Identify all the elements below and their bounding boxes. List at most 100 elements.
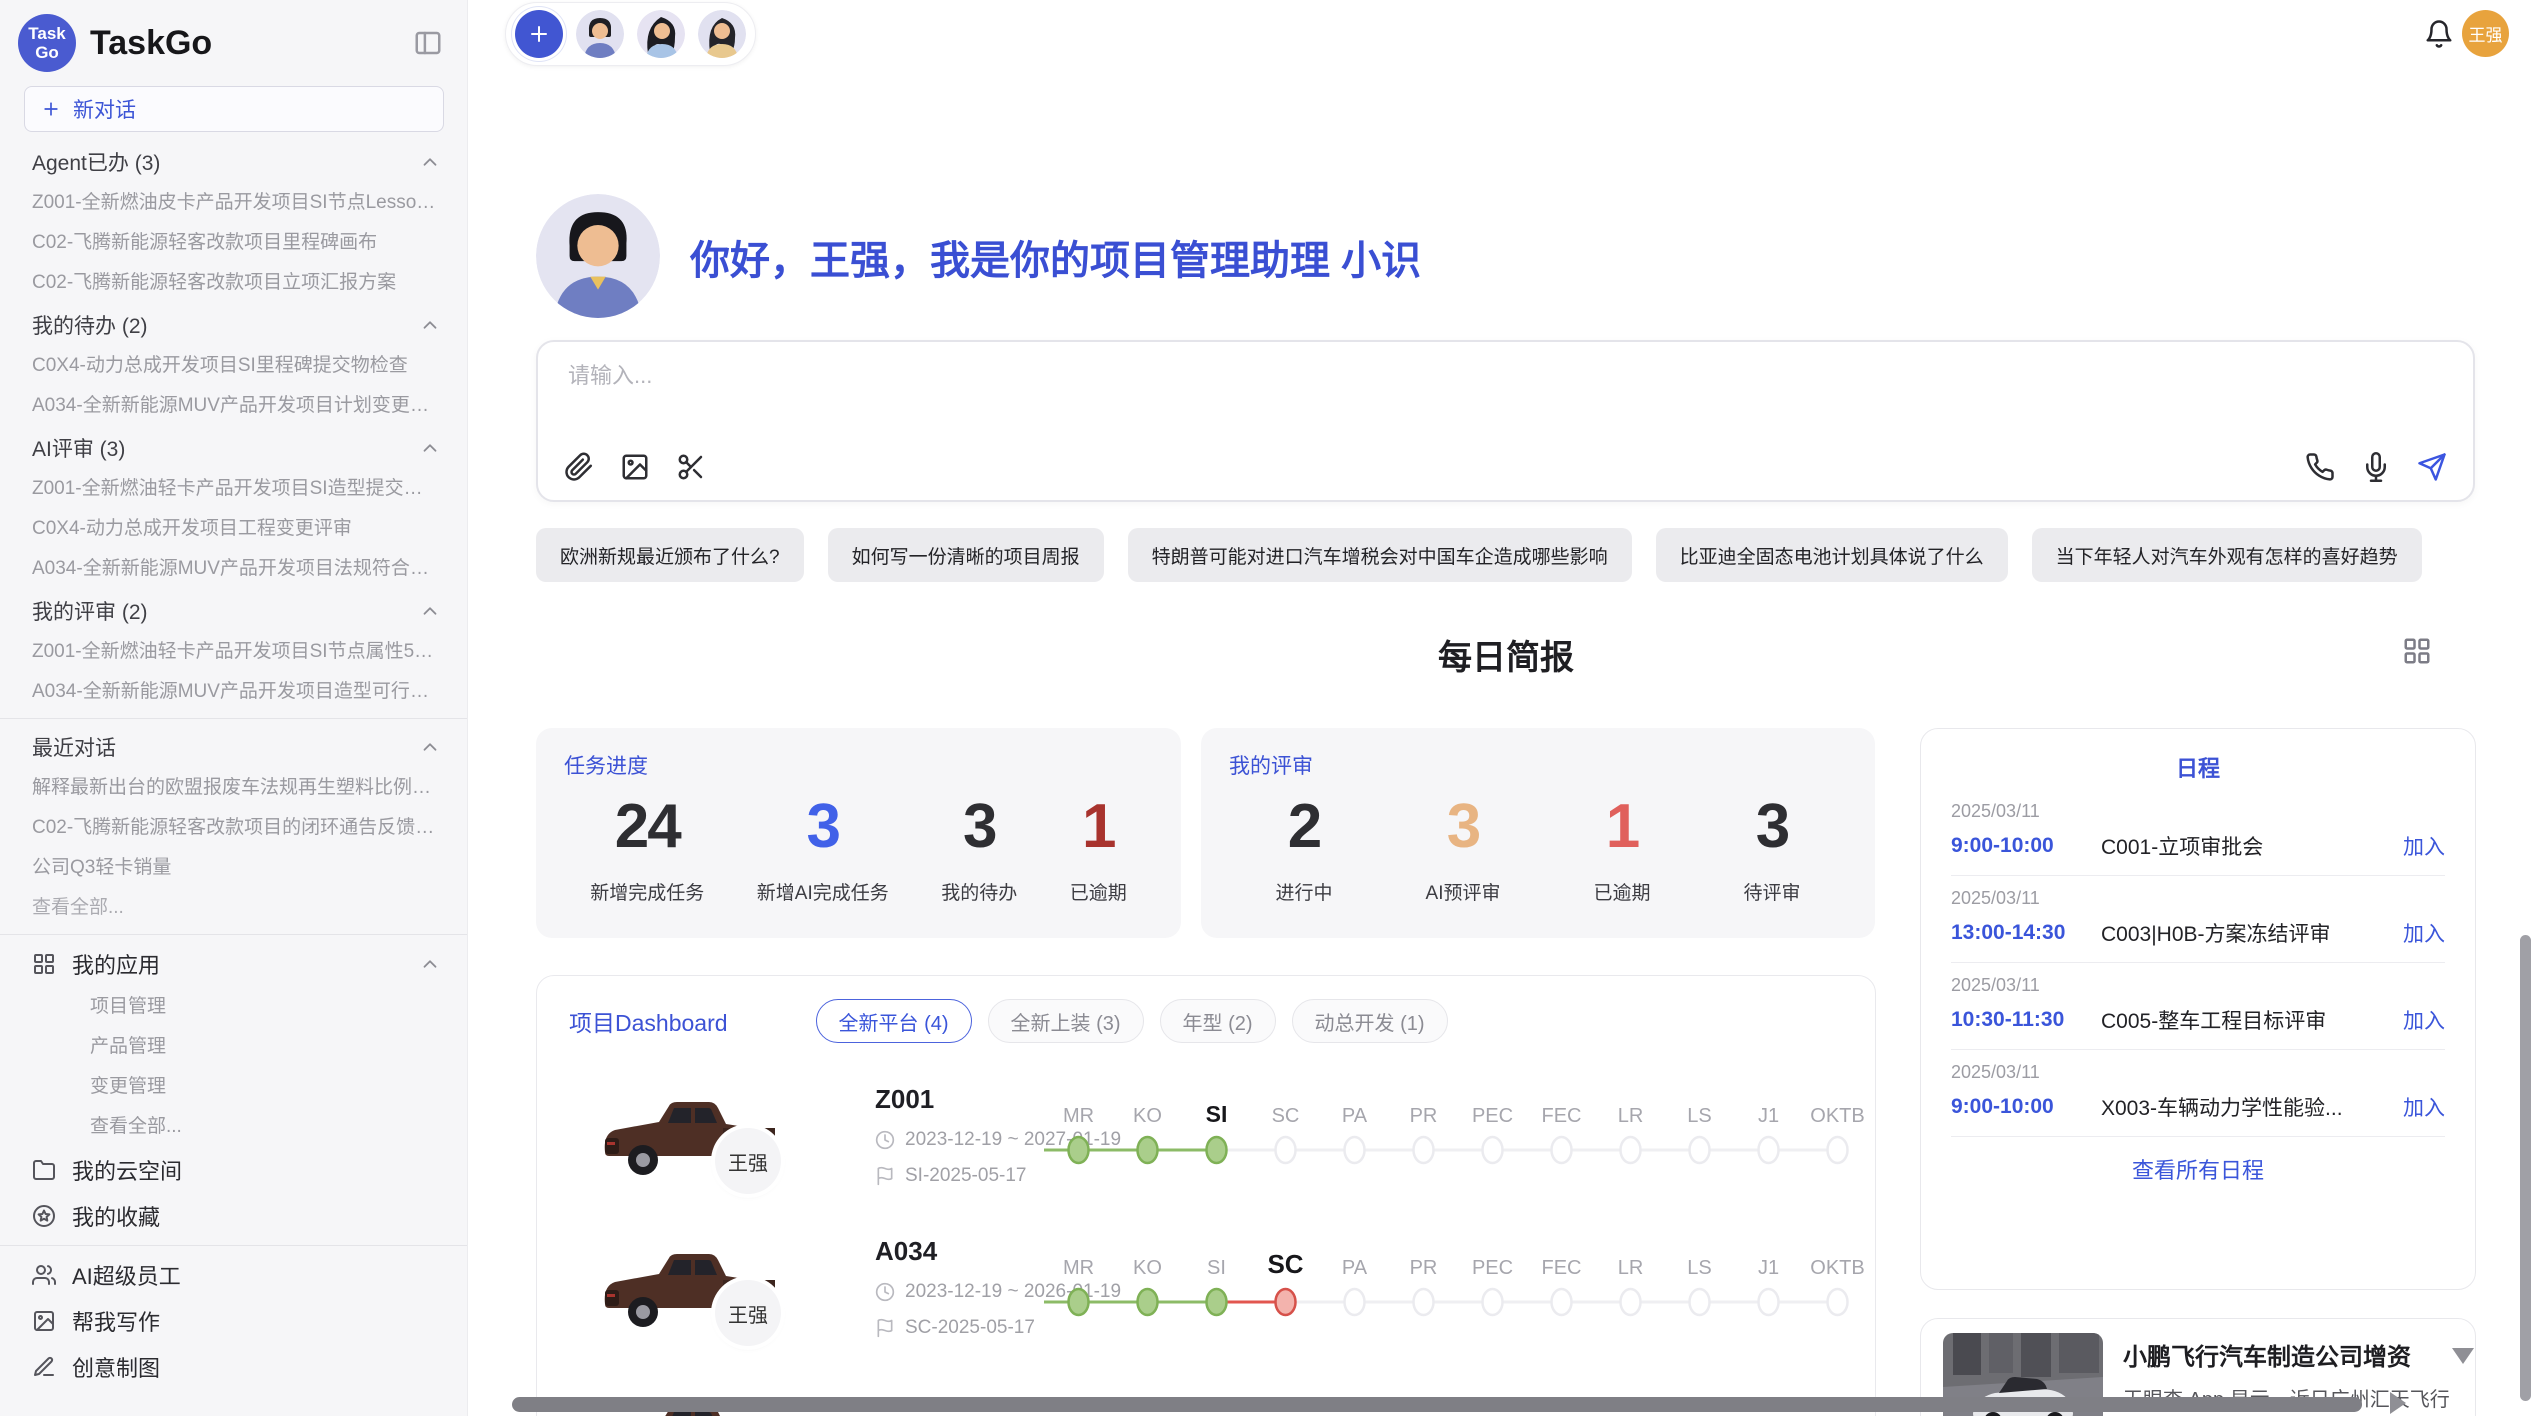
new-session-button[interactable] — [515, 10, 563, 58]
tab-new-platform[interactable]: 全新平台 (4) — [816, 999, 972, 1043]
send-icon[interactable] — [2417, 452, 2447, 482]
paperclip-icon[interactable] — [564, 452, 594, 482]
sidebar-item-project-mgmt[interactable]: 项目管理 — [0, 987, 467, 1027]
sidebar-item-ai-super-staff[interactable]: AI超级员工 — [0, 1252, 467, 1298]
chevron-up-icon[interactable] — [419, 437, 441, 459]
section-title: Agent已办 (3) — [32, 147, 160, 177]
chevron-up-icon[interactable] — [419, 314, 441, 336]
stat-label: 已逾期 — [1593, 878, 1650, 905]
milestone-label: FEC — [1527, 1105, 1596, 1128]
conversation-item[interactable]: C02-飞腾新能源轻客改款项目立项汇报方案 — [0, 263, 467, 303]
vertical-scrollbar[interactable] — [2520, 935, 2531, 1401]
sidebar-collapse-icon[interactable] — [413, 28, 443, 58]
view-all-conversations-link[interactable]: 查看全部... — [0, 888, 467, 928]
join-link[interactable]: 加入 — [2403, 831, 2445, 861]
join-link[interactable]: 加入 — [2403, 1092, 2445, 1122]
milestone-label: LS — [1665, 1105, 1734, 1128]
view-all-schedule-link[interactable]: 查看所有日程 — [1951, 1153, 2445, 1185]
phone-icon[interactable] — [2305, 452, 2335, 482]
sidebar-item-label: 我的云空间 — [72, 1154, 182, 1186]
conversation-item[interactable]: A034-全新新能源MUV产品开发项目计划变更表编写 — [0, 386, 467, 426]
briefing-title: 每日简报 — [536, 630, 2476, 679]
layout-toggle-icon[interactable] — [2402, 636, 2432, 666]
sidebar-item-creative-drawing[interactable]: 创意制图 — [0, 1344, 467, 1390]
sidebar-item-label: 创意制图 — [72, 1351, 160, 1383]
conversation-item[interactable]: 公司Q3轻卡销量 — [0, 848, 467, 888]
suggestion-chip[interactable]: 欧洲新规最近颁布了什么? — [536, 528, 804, 582]
suggestion-chip[interactable]: 特朗普可能对进口汽车增税会对中国车企造成哪些影响 — [1128, 528, 1632, 582]
chevron-up-icon[interactable] — [419, 953, 441, 975]
dashboard-title: 项目Dashboard — [569, 1004, 728, 1038]
tab-model-year[interactable]: 年型 (2) — [1160, 999, 1276, 1043]
image-icon[interactable] — [620, 452, 650, 482]
event-time: 9:00-10:00 — [1951, 1095, 2101, 1119]
conversation-item[interactable]: 解释最新出台的欧盟报废车法规再生塑料比例被调至15%... — [0, 768, 467, 808]
horizontal-scrollbar[interactable] — [512, 1397, 2362, 1412]
chevron-up-icon[interactable] — [419, 151, 441, 173]
event-time: 13:00-14:30 — [1951, 921, 2101, 945]
session-avatar-2[interactable] — [637, 10, 685, 58]
session-avatar-3[interactable] — [698, 10, 746, 58]
divider — [0, 1245, 467, 1246]
sidebar-item-change-mgmt[interactable]: 变更管理 — [0, 1067, 467, 1107]
view-all-apps-link[interactable]: 查看全部... — [0, 1107, 467, 1147]
scroll-down-arrow[interactable] — [2452, 1348, 2474, 1364]
sidebar-sections: Agent已办 (3) Z001-全新燃油皮卡产品开发项目SI节点Lesson … — [0, 140, 467, 1390]
session-avatar-1[interactable] — [576, 10, 624, 58]
plus-icon — [41, 99, 61, 119]
new-chat-button[interactable]: 新对话 — [24, 86, 444, 132]
tab-new-body[interactable]: 全新上装 (3) — [988, 999, 1144, 1043]
milestone-label: PA — [1320, 1257, 1389, 1280]
chevron-up-icon[interactable] — [419, 736, 441, 758]
stat-my-todo: 3 我的待办 — [941, 796, 1017, 905]
my-review-card: 我的评审 2 进行中 3 AI预评审 1 已逾期 3 待评审 — [1201, 728, 1875, 938]
suggestion-chip[interactable]: 当下年轻人对汽车外观有怎样的喜好趋势 — [2032, 528, 2422, 582]
project-row-a034[interactable]: 王强 A034 2023-12-19 ~ 2026-01-19 SC-2025-… — [537, 1218, 1875, 1360]
microphone-icon[interactable] — [2361, 452, 2391, 482]
dashboard-header: 项目Dashboard 全新平台 (4) 全新上装 (3) 年型 (2) 动总开… — [537, 976, 1875, 1056]
join-link[interactable]: 加入 — [2403, 918, 2445, 948]
user-avatar[interactable]: 王强 — [2462, 10, 2509, 57]
task-progress-card: 任务进度 24 新增完成任务 3 新增AI完成任务 3 我的待办 1 已逾期 — [536, 728, 1181, 938]
milestone-label: SC — [1251, 1105, 1320, 1128]
schedule-event: 2025/03/11 10:30-11:30 C005-整车工程目标评审 加入 — [1951, 963, 2445, 1050]
sidebar-item-favorites[interactable]: 我的收藏 — [0, 1193, 467, 1239]
conversation-item[interactable]: C0X4-动力总成开发项目SI里程碑提交物检查 — [0, 346, 467, 386]
chat-input[interactable] — [566, 362, 2170, 390]
section-header-recent[interactable]: 最近对话 — [0, 725, 467, 768]
tab-powertrain-dev[interactable]: 动总开发 (1) — [1292, 999, 1448, 1043]
conversation-item[interactable]: C02-飞腾新能源轻客改款项目的闭环通告反馈情况 — [0, 808, 467, 848]
sidebar-item-label: AI超级员工 — [72, 1259, 181, 1291]
conversation-item[interactable]: C0X4-动力总成开发项目工程变更评审 — [0, 509, 467, 549]
conversation-item[interactable]: Z001-全新燃油轻卡产品开发项目SI节点属性5D文件评审 — [0, 632, 467, 672]
milestone-label: PR — [1389, 1105, 1458, 1128]
sidebar-item-product-mgmt[interactable]: 产品管理 — [0, 1027, 467, 1067]
project-row-z001[interactable]: 王强 Z001 2023-12-19 ~ 2027-01-19 SI-2025-… — [537, 1066, 1875, 1208]
section-header-my-reviews[interactable]: 我的评审 (2) — [0, 589, 467, 632]
section-header-agent-done[interactable]: Agent已办 (3) — [0, 140, 467, 183]
sidebar-item-help-me-write[interactable]: 帮我写作 — [0, 1298, 467, 1344]
project-milestone-date: SC-2025-05-17 — [905, 1317, 1035, 1339]
sidebar-item-my-apps[interactable]: 我的应用 — [0, 941, 467, 987]
section-header-my-todos[interactable]: 我的待办 (2) — [0, 303, 467, 346]
scroll-right-arrow[interactable] — [2390, 1392, 2406, 1414]
scissors-icon[interactable] — [676, 452, 706, 482]
suggestion-chip[interactable]: 比亚迪全固态电池计划具体说了什么 — [1656, 528, 2008, 582]
event-time: 9:00-10:00 — [1951, 834, 2101, 858]
sidebar-item-cloud-space[interactable]: 我的云空间 — [0, 1147, 467, 1193]
news-title: 小鹏飞行汽车制造公司增资 — [2123, 1337, 2411, 1372]
event-title: X003-车辆动力学性能验... — [2101, 1092, 2393, 1122]
conversation-item[interactable]: A034-全新新能源MUV产品开发项目造型可行性评审 — [0, 672, 467, 712]
milestone-label: SI — [1182, 1257, 1251, 1280]
join-link[interactable]: 加入 — [2403, 1005, 2445, 1035]
conversation-item[interactable]: A034-全新新能源MUV产品开发项目法规符合性评审 — [0, 549, 467, 589]
conversation-item[interactable]: Z001-全新燃油皮卡产品开发项目SI节点Lesson Learn报告 — [0, 183, 467, 223]
conversation-item[interactable]: C02-飞腾新能源轻客改款项目里程碑画布 — [0, 223, 467, 263]
stat-label: 进行中 — [1276, 878, 1333, 905]
stat-value: 24 — [590, 796, 704, 858]
chevron-up-icon[interactable] — [419, 600, 441, 622]
notification-bell-icon[interactable] — [2424, 19, 2454, 49]
conversation-item[interactable]: Z001-全新燃油轻卡产品开发项目SI造型提交物评审 — [0, 469, 467, 509]
section-header-ai-review[interactable]: AI评审 (3) — [0, 426, 467, 469]
suggestion-chip[interactable]: 如何写一份清晰的项目周报 — [828, 528, 1104, 582]
